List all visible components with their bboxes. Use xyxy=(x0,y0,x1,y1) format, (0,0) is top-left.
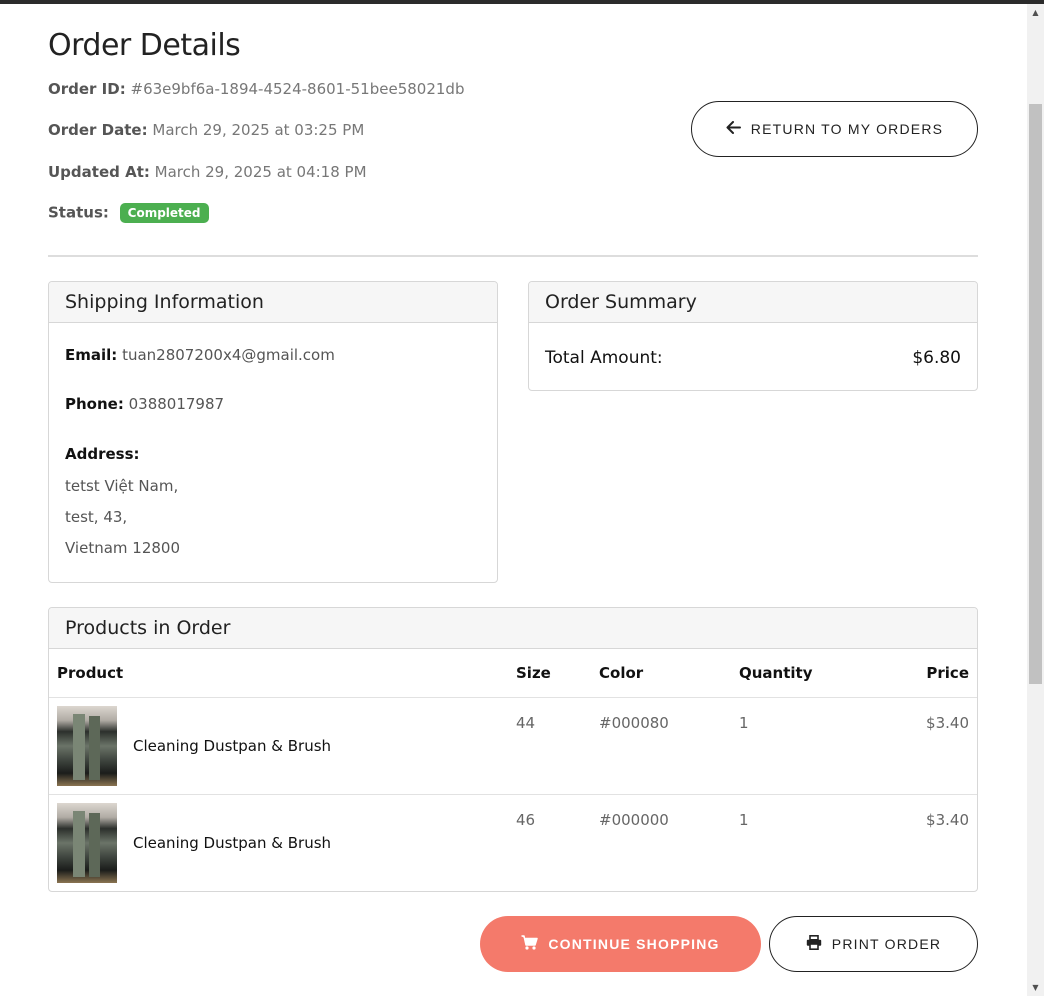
product-name[interactable]: Cleaning Dustpan & Brush xyxy=(133,834,331,852)
products-in-order-title: Products in Order xyxy=(49,608,977,649)
updated-at-value: March 29, 2025 at 04:18 PM xyxy=(154,163,367,181)
email-label: Email: xyxy=(65,346,118,364)
column-header-quantity: Quantity xyxy=(731,649,881,698)
product-quantity: 1 xyxy=(731,697,881,795)
product-size: 44 xyxy=(508,697,591,795)
order-date-row: Order Date: March 29, 2025 at 03:25 PM xyxy=(48,121,364,139)
address-label-row: Address: xyxy=(65,445,140,463)
column-header-size: Size xyxy=(508,649,591,698)
continue-shopping-label: CONTINUE SHOPPING xyxy=(548,936,720,952)
order-date-label: Order Date: xyxy=(48,121,148,139)
products-table: Product Size Color Quantity Price Cleani… xyxy=(49,649,977,891)
scroll-up-arrow-icon[interactable]: ▲ xyxy=(1027,4,1044,21)
product-price: $3.40 xyxy=(881,697,977,795)
product-color: #000000 xyxy=(599,810,669,829)
column-header-color: Color xyxy=(591,649,731,698)
address-label: Address: xyxy=(65,445,140,463)
column-header-product: Product xyxy=(49,649,508,698)
products-table-header-row: Product Size Color Quantity Price xyxy=(49,649,977,698)
phone-value: 0388017987 xyxy=(128,395,225,413)
product-size: 46 xyxy=(516,810,536,829)
product-cell: Cleaning Dustpan & Brush xyxy=(49,697,508,795)
status-row: Status: Completed xyxy=(48,203,209,223)
product-price: $3.40 xyxy=(926,810,969,829)
column-header-price: Price xyxy=(881,649,977,698)
order-summary-title: Order Summary xyxy=(529,282,977,323)
shipping-information-title: Shipping Information xyxy=(49,282,497,323)
order-date-value: March 29, 2025 at 03:25 PM xyxy=(152,121,365,139)
address-line-1: tetst Việt Nam, xyxy=(65,477,179,495)
updated-at-row: Updated At: March 29, 2025 at 04:18 PM xyxy=(48,163,367,181)
page-title: Order Details xyxy=(48,28,241,63)
product-thumbnail[interactable] xyxy=(57,705,117,786)
scrollbar-thumb[interactable] xyxy=(1029,104,1042,684)
table-row: Cleaning Dustpan & Brush 46 #000000 1 $3… xyxy=(49,794,977,891)
print-order-button[interactable]: PRINT ORDER xyxy=(769,916,978,972)
scroll-down-arrow-icon[interactable]: ▼ xyxy=(1027,979,1044,996)
return-to-my-orders-button[interactable]: RETURN TO MY ORDERS xyxy=(691,101,978,157)
total-amount-label: Total Amount: xyxy=(545,348,663,368)
product-thumbnail[interactable] xyxy=(57,802,117,883)
return-to-my-orders-label: RETURN TO MY ORDERS xyxy=(750,121,944,137)
header-divider xyxy=(48,255,978,257)
print-order-label: PRINT ORDER xyxy=(831,936,942,952)
total-amount-row: Total Amount: $6.80 xyxy=(545,348,961,368)
updated-at-label: Updated At: xyxy=(48,163,150,181)
order-id-value: #63e9bf6a-1894-4524-8601-51bee58021db xyxy=(130,80,465,98)
table-row: Cleaning Dustpan & Brush 44 #000080 1 $3… xyxy=(49,697,977,795)
phone-row: Phone: 0388017987 xyxy=(65,395,224,413)
product-quantity: 1 xyxy=(739,810,749,829)
order-summary-card: Order Summary Total Amount: $6.80 xyxy=(528,281,978,391)
printer-icon xyxy=(806,935,822,953)
phone-label: Phone: xyxy=(65,395,124,413)
product-name[interactable]: Cleaning Dustpan & Brush xyxy=(133,737,331,755)
arrow-left-icon xyxy=(726,121,741,137)
product-color: #000080 xyxy=(591,697,731,795)
total-amount-value: $6.80 xyxy=(912,348,961,368)
email-row: Email: tuan2807200x4@gmail.com xyxy=(65,346,335,364)
shipping-information-card: Shipping Information Email: tuan2807200x… xyxy=(48,281,498,583)
cart-icon xyxy=(521,935,539,953)
email-value: tuan2807200x4@gmail.com xyxy=(122,346,335,364)
status-label: Status: xyxy=(48,203,109,222)
continue-shopping-button[interactable]: CONTINUE SHOPPING xyxy=(480,916,761,972)
vertical-scrollbar[interactable]: ▲ ▼ xyxy=(1027,4,1044,996)
products-in-order-card: Products in Order Product Size Color Qua… xyxy=(48,607,978,892)
browser-top-edge xyxy=(0,0,1044,4)
status-badge: Completed xyxy=(119,203,209,223)
address-line-3: Vietnam 12800 xyxy=(65,539,181,557)
product-cell: Cleaning Dustpan & Brush xyxy=(49,794,508,891)
address-line-2: test, 43, xyxy=(65,508,128,526)
order-id-label: Order ID: xyxy=(48,80,126,98)
order-id-row: Order ID: #63e9bf6a-1894-4524-8601-51bee… xyxy=(48,80,464,98)
